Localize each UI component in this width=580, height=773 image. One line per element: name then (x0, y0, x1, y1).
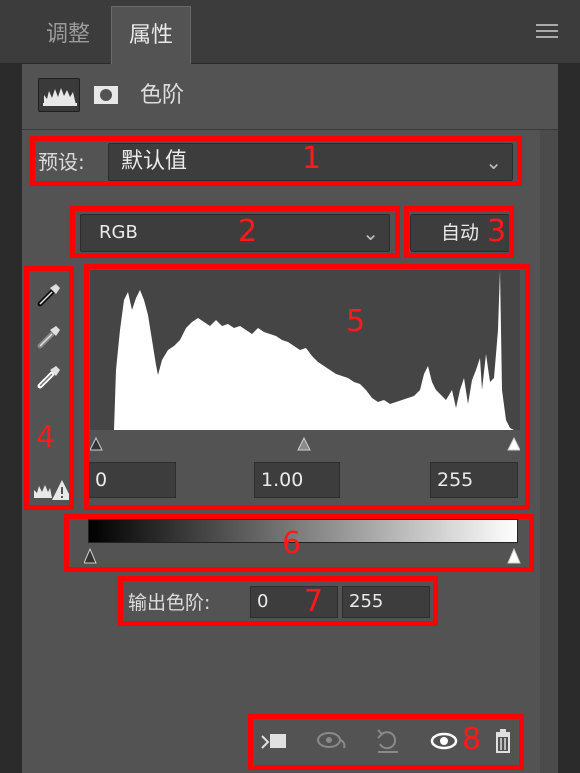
annotation-number-7: 7 (304, 584, 324, 619)
annotation-box-4 (24, 266, 74, 510)
tab-adjustments[interactable]: 调整 (28, 6, 108, 64)
annotation-number-6: 6 (282, 526, 302, 561)
scrollbar[interactable] (540, 130, 558, 773)
annotation-box-8 (248, 714, 524, 770)
annotation-box-5 (84, 264, 530, 510)
annotation-box-7 (118, 576, 438, 626)
annotation-number-1: 1 (302, 141, 322, 176)
mask-icon[interactable] (88, 78, 122, 112)
annotation-number-2: 2 (238, 214, 258, 249)
histogram-icon[interactable] (38, 78, 80, 112)
annotation-number-8: 8 (462, 722, 482, 757)
annotation-number-3: 3 (487, 214, 507, 249)
annotation-number-5: 5 (346, 304, 366, 339)
annotation-box-2 (70, 206, 400, 258)
tab-properties[interactable]: 属性 (111, 6, 191, 64)
adjustment-type-label: 色阶 (140, 83, 185, 108)
annotation-number-4: 4 (36, 420, 56, 455)
menu-icon[interactable] (536, 24, 558, 40)
annotation-box-1 (30, 136, 522, 186)
